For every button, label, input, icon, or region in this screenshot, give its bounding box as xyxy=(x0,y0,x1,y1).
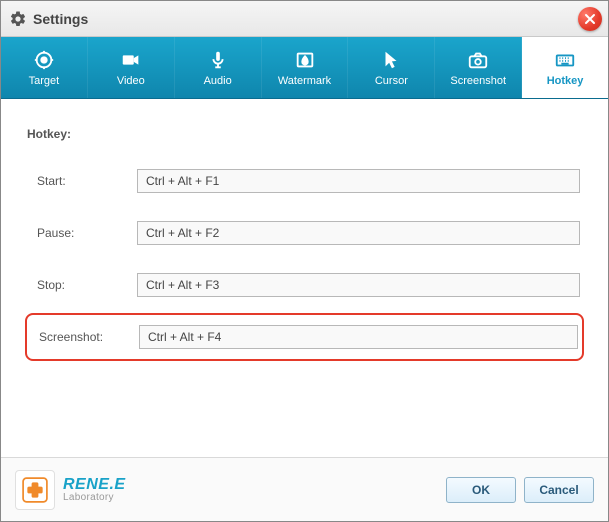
titlebar: Settings xyxy=(1,1,608,37)
tab-cursor[interactable]: Cursor xyxy=(348,37,435,98)
tab-screenshot[interactable]: Screenshot xyxy=(435,37,522,98)
brand-logo-icon xyxy=(15,470,55,510)
ok-button[interactable]: OK xyxy=(446,477,516,503)
tab-hotkey[interactable]: Hotkey xyxy=(522,37,608,98)
field-label-screenshot: Screenshot: xyxy=(39,330,139,344)
tab-label: Screenshot xyxy=(450,75,506,87)
tab-label: Target xyxy=(29,75,60,87)
window-title: Settings xyxy=(33,11,88,27)
field-row-pause: Pause: Ctrl + Alt + F2 xyxy=(25,221,584,245)
hotkey-input-stop[interactable]: Ctrl + Alt + F3 xyxy=(137,273,580,297)
field-row-stop: Stop: Ctrl + Alt + F3 xyxy=(25,273,584,297)
tab-label: Hotkey xyxy=(547,75,584,87)
tab-target[interactable]: Target xyxy=(1,37,88,98)
tab-watermark[interactable]: Watermark xyxy=(262,37,349,98)
hotkey-input-start[interactable]: Ctrl + Alt + F1 xyxy=(137,169,580,193)
footer: RENE.E Laboratory OK Cancel xyxy=(1,457,608,521)
tab-audio[interactable]: Audio xyxy=(175,37,262,98)
field-label-start: Start: xyxy=(37,174,137,188)
field-label-stop: Stop: xyxy=(37,278,137,292)
settings-gear-icon xyxy=(9,10,27,28)
brand-block: RENE.E Laboratory xyxy=(15,470,438,510)
tab-label: Cursor xyxy=(375,75,408,87)
field-row-screenshot: Screenshot: Ctrl + Alt + F4 xyxy=(25,313,584,361)
tab-label: Watermark xyxy=(278,75,331,87)
section-heading: Hotkey: xyxy=(27,127,584,141)
tab-video[interactable]: Video xyxy=(88,37,175,98)
tab-label: Video xyxy=(117,75,145,87)
cancel-button[interactable]: Cancel xyxy=(524,477,594,503)
content-pane: Hotkey: Start: Ctrl + Alt + F1 Pause: Ct… xyxy=(1,99,608,457)
field-row-start: Start: Ctrl + Alt + F1 xyxy=(25,169,584,193)
field-label-pause: Pause: xyxy=(37,226,137,240)
tab-label: Audio xyxy=(204,75,232,87)
hotkey-input-pause[interactable]: Ctrl + Alt + F2 xyxy=(137,221,580,245)
tabstrip: Target Video Audio Watermark Cursor Scre… xyxy=(1,37,608,99)
hotkey-input-screenshot[interactable]: Ctrl + Alt + F4 xyxy=(139,325,578,349)
close-button[interactable] xyxy=(578,7,602,31)
